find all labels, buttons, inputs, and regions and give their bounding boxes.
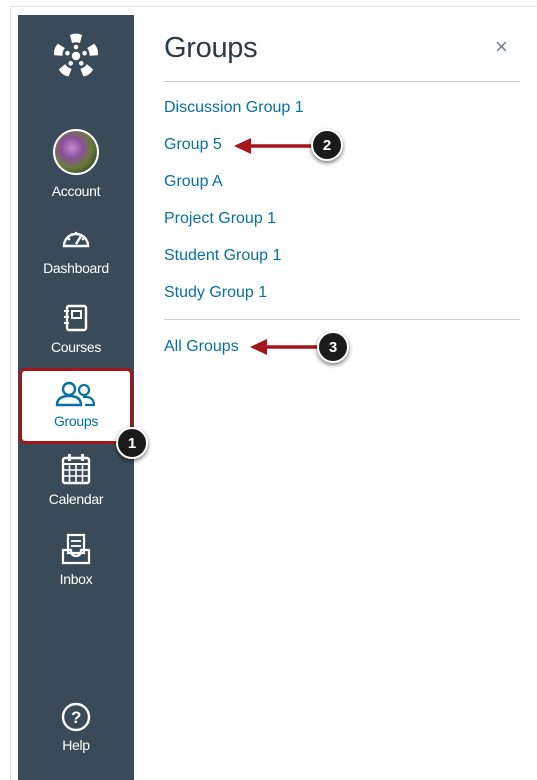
courses-icon [64,304,88,332]
frame-border-top [10,6,537,7]
frame-border-left [10,6,11,780]
annotation-arrow-2 [234,138,314,154]
nav-item-label: Calendar [48,491,104,507]
groups-highlight-box [19,368,133,444]
close-icon[interactable]: × [495,36,508,58]
svg-text:?: ? [71,708,81,727]
help-icon: ? [61,702,91,732]
annotation-arrow-3 [250,339,320,355]
group-link-discussion-group-1[interactable]: Discussion Group 1 [164,99,304,117]
nav-item-label: Help [62,737,90,753]
group-link-group-a[interactable]: Group A [164,173,223,191]
group-link-project-group-1[interactable]: Project Group 1 [164,210,276,228]
tray-divider-top [164,81,520,82]
avatar [53,129,99,175]
nav-item-help[interactable]: ? Help [18,701,134,753]
nav-item-calendar[interactable]: Calendar [18,453,134,507]
group-link-student-group-1[interactable]: Student Group 1 [164,247,281,265]
nav-item-inbox[interactable]: Inbox [18,533,134,587]
nav-item-label: Inbox [59,571,93,587]
inbox-icon [61,533,91,565]
nav-item-courses[interactable]: Courses [18,303,134,355]
step-badge-3: 3 [317,331,349,363]
all-groups-link[interactable]: All Groups [164,338,239,356]
group-link-study-group-1[interactable]: Study Group 1 [164,284,267,302]
tray-title: Groups [164,32,258,64]
tray-divider-bottom [164,319,520,320]
nav-item-label: Account [51,183,101,199]
canvas-logo-icon[interactable] [51,31,101,81]
group-link-group-5[interactable]: Group 5 [164,136,222,154]
step-badge-1: 1 [116,427,148,459]
nav-item-label: Dashboard [43,260,109,276]
nav-item-label: Courses [50,339,102,355]
dashboard-icon [62,231,90,248]
calendar-icon [61,454,91,485]
nav-item-account[interactable]: Account [18,129,134,199]
nav-item-dashboard[interactable]: Dashboard [18,224,134,276]
step-badge-2: 2 [311,129,343,161]
